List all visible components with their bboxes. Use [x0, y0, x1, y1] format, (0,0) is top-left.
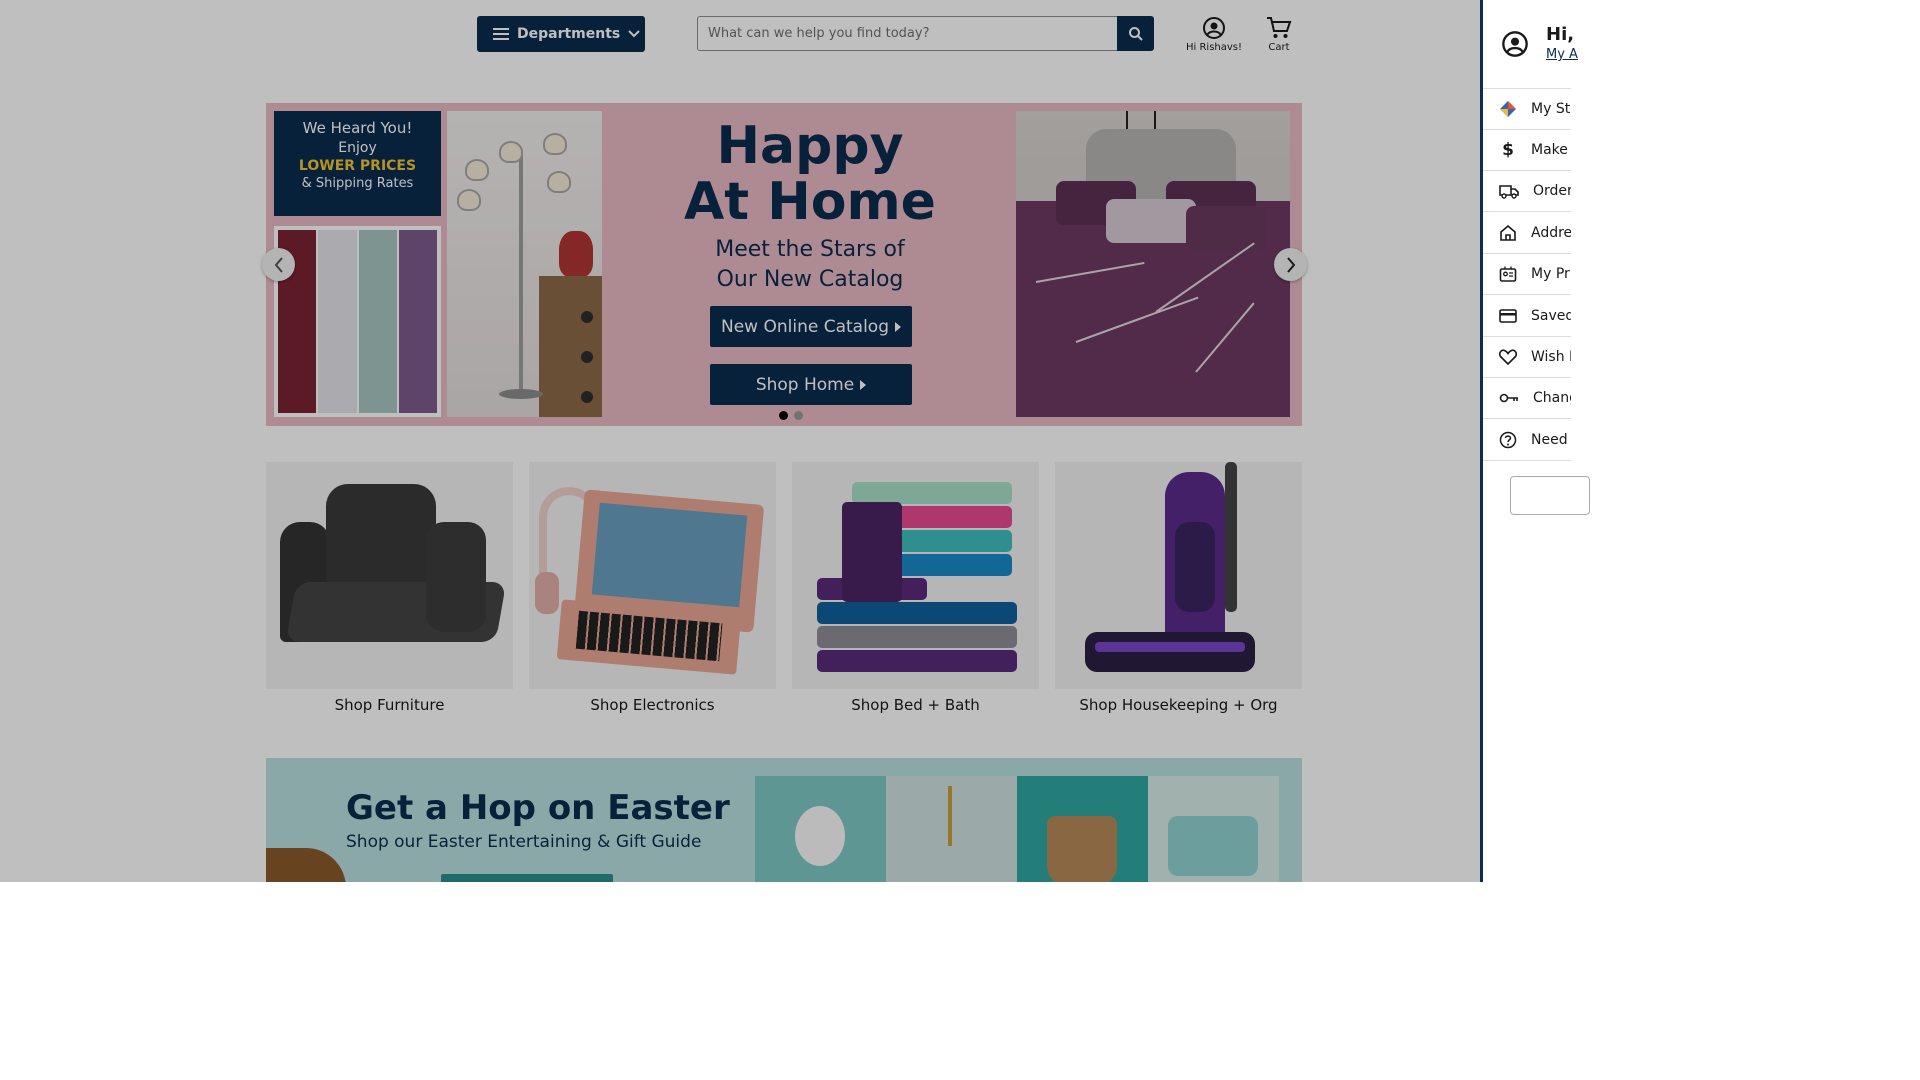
drawer-item-label: Order [1533, 183, 1571, 199]
page-dim-overlay[interactable] [0, 0, 1480, 882]
drawer-item-addresses[interactable]: Addre [1483, 213, 1571, 254]
drawer-item-my-store[interactable]: My Sto [1483, 89, 1571, 130]
my-account-link[interactable]: My A [1546, 47, 1578, 62]
drawer-item-label: Make [1531, 142, 1568, 158]
dollar-icon: $ [1502, 140, 1514, 160]
drawer-item-label: Addre [1531, 225, 1571, 241]
home-icon [1500, 224, 1516, 241]
store-diamond-icon [1500, 101, 1516, 117]
drawer-item-wish-list[interactable]: Wish L [1483, 337, 1571, 378]
drawer-item-label: Need H [1531, 432, 1571, 448]
drawer-item-label: Chang [1533, 390, 1571, 406]
sign-out-button[interactable] [1510, 476, 1590, 515]
drawer-item-label: My Pr [1531, 266, 1570, 282]
drawer-item-make-payment[interactable]: $ Make [1483, 130, 1571, 171]
drawer-item-orders[interactable]: Order [1483, 171, 1571, 212]
credit-card-icon [1499, 309, 1517, 323]
profile-card-icon [1499, 266, 1517, 282]
drawer-item-label: Wish L [1531, 349, 1571, 365]
drawer-item-my-profile[interactable]: My Pr [1483, 254, 1571, 295]
truck-icon [1499, 185, 1519, 199]
drawer-item-label: My Sto [1531, 101, 1571, 117]
drawer-header: Hi, My A [1483, 0, 1578, 89]
drawer-item-need-help[interactable]: Need H [1483, 420, 1571, 461]
drawer-item-change-password[interactable]: Chang [1483, 378, 1571, 419]
drawer-item-saved-payments[interactable]: Saved [1483, 296, 1571, 337]
account-circle-icon [1502, 31, 1528, 57]
drawer-greeting: Hi, [1546, 24, 1575, 45]
key-icon [1499, 393, 1518, 403]
help-icon [1499, 431, 1517, 449]
heart-icon [1499, 349, 1517, 365]
account-drawer: Hi, My A My Sto $ Make Order Addre My Pr… [1480, 0, 1590, 882]
drawer-item-label: Saved [1531, 308, 1571, 324]
